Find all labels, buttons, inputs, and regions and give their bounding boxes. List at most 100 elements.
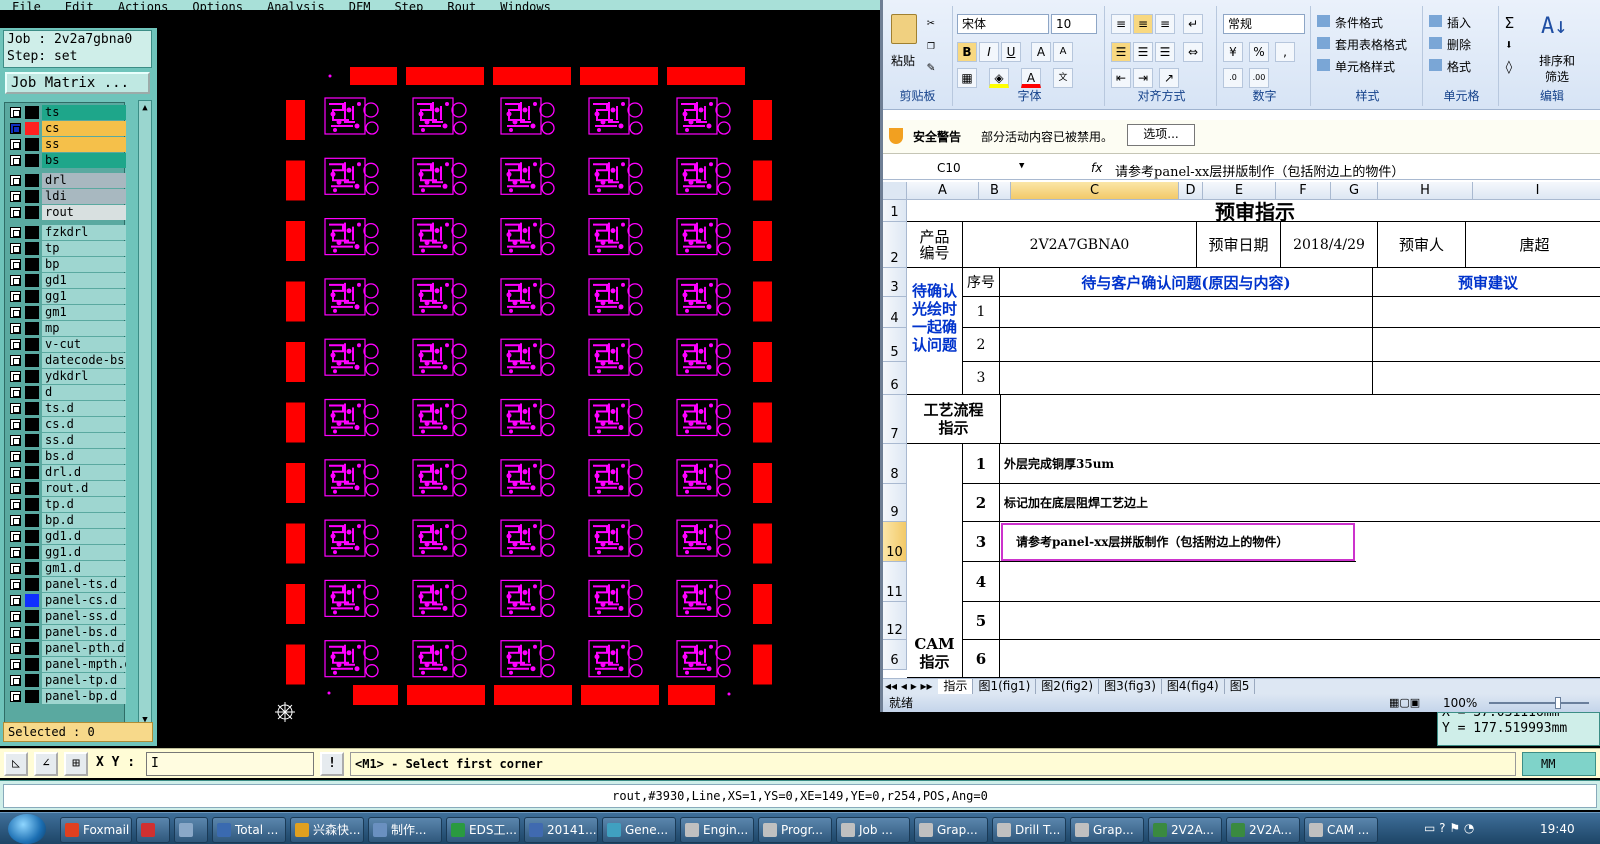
paste-icon[interactable] <box>891 14 917 44</box>
layer-name[interactable]: bs.d <box>42 449 126 464</box>
layer-name[interactable]: v-cut <box>42 337 126 352</box>
layer-row[interactable]: bs.d <box>5 449 126 464</box>
name-box[interactable]: C10 <box>883 159 1029 179</box>
scroll-up-icon[interactable]: ▲ <box>140 102 150 114</box>
layer-checkbox[interactable] <box>10 371 21 382</box>
layer-name[interactable]: panel-tp.d <box>42 673 126 688</box>
unit-select[interactable]: MM <box>1522 752 1596 776</box>
layer-name[interactable]: panel-mpth.d <box>42 657 126 672</box>
layer-color-swatch[interactable] <box>25 354 39 367</box>
layer-name[interactable]: cs.d <box>42 417 126 432</box>
layer-color-swatch[interactable] <box>25 578 39 591</box>
alert-icon[interactable]: ! <box>320 752 344 776</box>
layer-checkbox[interactable] <box>10 451 21 462</box>
taskbar-item[interactable]: Gene... <box>602 817 676 843</box>
issue-number[interactable]: 3 <box>963 362 1000 395</box>
formula-input[interactable]: 请参考panel-xx层拼版制作（包括附边上的物件） <box>1115 161 1404 180</box>
layer-name[interactable]: panel-pth.d <box>42 641 126 656</box>
cut-icon[interactable]: ✂ <box>927 16 935 31</box>
layer-color-swatch[interactable] <box>25 306 39 319</box>
reviewer-label[interactable]: 预审人 <box>1378 222 1466 268</box>
sheet-tab[interactable]: 图2(fig2) <box>1036 679 1100 694</box>
font-size-select[interactable]: 10 <box>1051 14 1097 34</box>
taskbar-item[interactable] <box>136 817 170 843</box>
job-matrix-button[interactable]: Job Matrix ... <box>5 72 150 94</box>
clear-icon[interactable]: ◊ <box>1505 60 1513 75</box>
layer-name[interactable]: panel-ts.d <box>42 577 126 592</box>
layer-color-swatch[interactable] <box>25 122 39 135</box>
layer-name[interactable]: rout.d <box>42 481 126 496</box>
layer-row[interactable]: cs <box>5 121 126 136</box>
layer-name[interactable]: cs <box>42 121 126 136</box>
taskbar-item[interactable]: Grap... <box>914 817 988 843</box>
taskbar-item[interactable]: Job ... <box>836 817 910 843</box>
layer-checkbox[interactable] <box>10 691 21 702</box>
cam-instruction[interactable] <box>1000 640 1600 678</box>
taskbar-item[interactable]: Progr... <box>758 817 832 843</box>
layer-checkbox[interactable] <box>10 435 21 446</box>
layer-color-swatch[interactable] <box>25 514 39 527</box>
layer-row[interactable]: panel-ts.d <box>5 577 126 592</box>
layer-row[interactable]: panel-bs.d <box>5 625 126 640</box>
layer-checkbox[interactable] <box>10 643 21 654</box>
menu-item[interactable]: Step <box>382 1 435 10</box>
row-header[interactable]: 4 <box>883 297 907 328</box>
insert-button[interactable]: 插入 <box>1447 14 1471 31</box>
layer-row[interactable]: panel-cs.d <box>5 593 126 608</box>
layer-color-swatch[interactable] <box>25 190 39 203</box>
bold-button[interactable]: B <box>957 42 977 62</box>
menu-item[interactable]: Actions <box>106 1 181 10</box>
snap-grid-icon[interactable]: ⊞ <box>64 752 88 776</box>
comma-icon[interactable]: , <box>1275 42 1295 62</box>
increase-font-icon[interactable]: A <box>1031 42 1051 62</box>
sheet-tab[interactable]: 图5 <box>1225 679 1256 694</box>
layer-color-swatch[interactable] <box>25 242 39 255</box>
layer-row[interactable]: gg1.d <box>5 545 126 560</box>
column-header[interactable]: E <box>1203 182 1276 200</box>
layer-checkbox[interactable] <box>10 611 21 622</box>
column-header[interactable]: F <box>1276 182 1331 200</box>
layer-row[interactable]: cs.d <box>5 417 126 432</box>
layer-checkbox[interactable] <box>10 139 21 150</box>
table-format-button[interactable]: 套用表格格式 <box>1335 36 1407 53</box>
layer-row[interactable]: mp <box>5 321 126 336</box>
layer-color-swatch[interactable] <box>25 274 39 287</box>
sheet-tab[interactable]: 指示 <box>938 679 974 694</box>
sheet-nav-icon[interactable]: ◂◂ ◂ ▸ ▸▸ <box>883 679 935 694</box>
layer-name[interactable]: gd1 <box>42 273 126 288</box>
layer-color-swatch[interactable] <box>25 674 39 687</box>
layer-row[interactable]: ts <box>5 105 126 120</box>
layer-row[interactable]: ldi <box>5 189 126 204</box>
layer-row[interactable]: rout <box>5 205 126 220</box>
xy-input[interactable]: I <box>146 752 314 776</box>
layer-row[interactable]: bp <box>5 257 126 272</box>
taskbar-item[interactable]: EDS工... <box>446 817 520 843</box>
paste-button[interactable]: 粘贴 <box>891 52 915 69</box>
layer-row[interactable]: tp.d <box>5 497 126 512</box>
layer-name[interactable]: gd1.d <box>42 529 126 544</box>
layer-row[interactable]: ydkdrl <box>5 369 126 384</box>
taskbar-item[interactable]: Engin... <box>680 817 754 843</box>
layer-checkbox[interactable] <box>10 259 21 270</box>
sort-filter-icon[interactable]: A↓ <box>1541 14 1568 39</box>
layer-color-swatch[interactable] <box>25 174 39 187</box>
layer-row[interactable]: d <box>5 385 126 400</box>
layer-checkbox[interactable] <box>10 595 21 606</box>
layer-checkbox[interactable] <box>10 483 21 494</box>
layer-color-swatch[interactable] <box>25 258 39 271</box>
borders-icon[interactable]: ▦ <box>957 68 977 88</box>
decrease-font-icon[interactable]: A <box>1053 42 1073 62</box>
layer-color-swatch[interactable] <box>25 482 39 495</box>
copy-icon[interactable]: ❐ <box>927 38 935 53</box>
layer-row[interactable]: drl <box>5 173 126 188</box>
row-header[interactable]: 2 <box>883 222 907 268</box>
layer-name[interactable]: d <box>42 385 126 400</box>
worksheet-grid[interactable]: A B C D E F G H I 1 2 3 4 5 6 7 8 9 10 11 12 6 预审指示 产品 编号 2V2A7G… <box>883 182 1600 678</box>
align-center-icon[interactable]: ☰ <box>1133 42 1153 62</box>
process-cell[interactable] <box>1000 395 1600 444</box>
layer-color-swatch[interactable] <box>25 290 39 303</box>
taskbar-item[interactable]: 2V2A... <box>1148 817 1222 843</box>
format-painter-icon[interactable]: ✎ <box>927 60 935 75</box>
layer-color-swatch[interactable] <box>25 466 39 479</box>
layer-checkbox[interactable] <box>10 387 21 398</box>
